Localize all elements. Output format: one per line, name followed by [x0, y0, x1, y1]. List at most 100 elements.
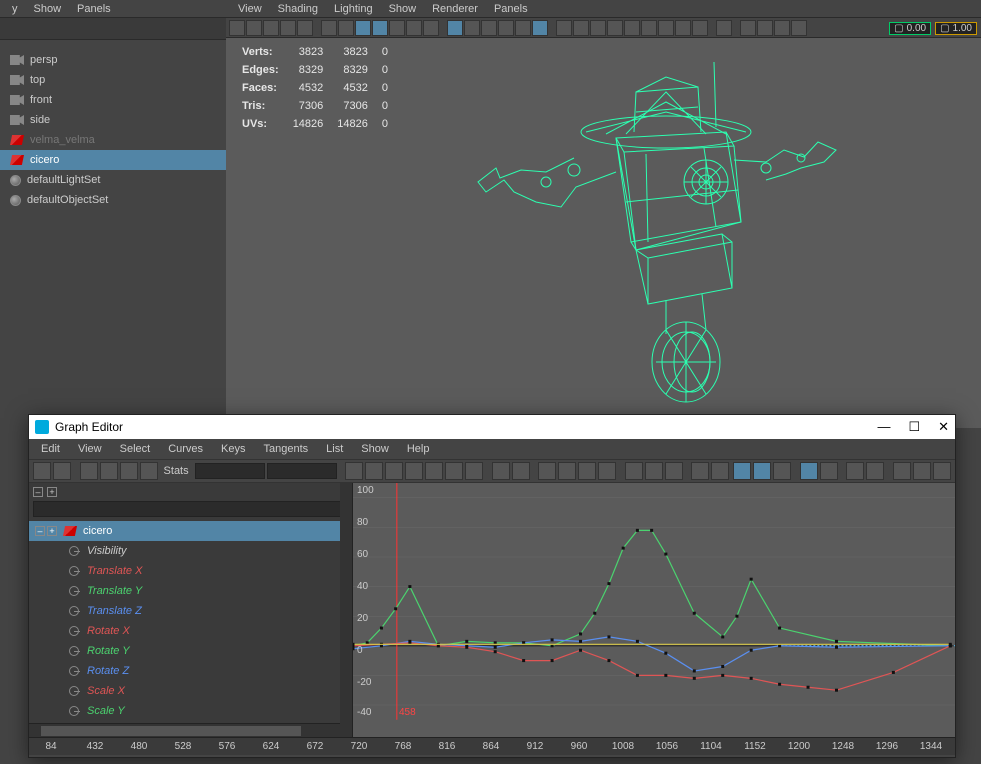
vp-motion-blur-icon[interactable]	[641, 20, 657, 36]
vp-safe-title-icon[interactable]	[423, 20, 439, 36]
stats-value-field[interactable]	[267, 463, 337, 479]
ge-move-nearest-icon[interactable]	[33, 462, 51, 480]
vp-menu-view[interactable]: View	[230, 1, 270, 17]
channel-rotate-z[interactable]: Rotate Z	[29, 661, 352, 681]
maximize-button[interactable]: ☐	[908, 419, 920, 435]
channel-rotate-y[interactable]: Rotate Y	[29, 641, 352, 661]
vp-isolate-icon[interactable]	[532, 20, 548, 36]
ge-flat-tangent-icon[interactable]	[405, 462, 423, 480]
ge-menu-select[interactable]: Select	[112, 441, 159, 457]
outliner-item-defaultlightset[interactable]: defaultLightSet	[0, 170, 226, 190]
vp-grid-icon[interactable]	[321, 20, 337, 36]
expand-icon[interactable]: +	[47, 526, 57, 536]
vp-menu-show[interactable]: Show	[381, 1, 425, 17]
ge-isolate-curve-icon[interactable]	[625, 462, 643, 480]
ge-smoothing-icon[interactable]	[140, 462, 158, 480]
outliner-item-side[interactable]: side	[0, 110, 226, 130]
vp-xray-icon[interactable]	[556, 20, 572, 36]
ge-renormalize-icon[interactable]	[933, 462, 951, 480]
vp-single-icon[interactable]	[740, 20, 756, 36]
channel-translate-y[interactable]: Translate Y	[29, 581, 352, 601]
channel-scrollbar-h[interactable]	[29, 723, 352, 737]
outliner-menu-y[interactable]: y	[4, 1, 26, 17]
ge-open-trax-icon[interactable]	[866, 462, 884, 480]
ge-linear-tangent-icon[interactable]	[385, 462, 403, 480]
ge-step-tangent-icon[interactable]	[425, 462, 443, 480]
ge-menu-view[interactable]: View	[70, 441, 110, 457]
outliner-item-defaultobjectset[interactable]: defaultObjectSet	[0, 190, 226, 210]
vp-isolate-select-icon[interactable]	[716, 20, 732, 36]
channel-scale-y[interactable]: Scale Y	[29, 701, 352, 721]
ge-bookmark-icon[interactable]	[773, 462, 791, 480]
channel-rotate-x[interactable]: Rotate X	[29, 621, 352, 641]
ge-menu-show[interactable]: Show	[353, 441, 397, 457]
ge-autoload-icon[interactable]	[800, 462, 818, 480]
ge-lock-length-icon[interactable]	[598, 462, 616, 480]
vp-xray-joints-icon[interactable]	[573, 20, 589, 36]
vp-field-chart-icon[interactable]	[389, 20, 405, 36]
ge-insert-keys-icon[interactable]	[53, 462, 71, 480]
ge-break-tangent-icon[interactable]	[538, 462, 556, 480]
ge-timesnap-icon[interactable]	[733, 462, 751, 480]
vp-shadows-icon[interactable]	[515, 20, 531, 36]
ge-menu-tangents[interactable]: Tangents	[256, 441, 317, 457]
vp-textured-icon[interactable]	[481, 20, 497, 36]
ge-lattice-icon[interactable]	[80, 462, 98, 480]
vp-grease-icon[interactable]	[297, 20, 313, 36]
vp-resolution-gate-icon[interactable]	[355, 20, 371, 36]
outliner-menu-show[interactable]: Show	[26, 1, 70, 17]
graph-editor-titlebar[interactable]: Graph Editor — ☐ ✕	[29, 415, 955, 439]
ge-plateau-tangent-icon[interactable]	[445, 462, 463, 480]
ge-buffer-snapshot-icon[interactable]	[512, 462, 530, 480]
vp-wire-shaded-icon[interactable]	[624, 20, 640, 36]
vp-imageplane-icon[interactable]	[263, 20, 279, 36]
vp-two-v-icon[interactable]	[791, 20, 807, 36]
vp-menu-panels[interactable]: Panels	[486, 1, 536, 17]
minimize-button[interactable]: —	[877, 419, 890, 435]
vp-lights-icon[interactable]	[498, 20, 514, 36]
ge-open-dopesheet-icon[interactable]	[846, 462, 864, 480]
vp-anti-alias-icon[interactable]	[675, 20, 691, 36]
channel-scale-x[interactable]: Scale X	[29, 681, 352, 701]
vp-two-h-icon[interactable]	[774, 20, 790, 36]
vp-menu-shading[interactable]: Shading	[270, 1, 326, 17]
vp-ssao-icon[interactable]	[658, 20, 674, 36]
vp-default-material-icon[interactable]	[607, 20, 623, 36]
channel-translate-x[interactable]: Translate X	[29, 561, 352, 581]
collapse-icon[interactable]: –	[35, 526, 45, 536]
vp-menu-renderer[interactable]: Renderer	[424, 1, 486, 17]
ge-retime-icon[interactable]	[120, 462, 138, 480]
ge-buffer-swap-icon[interactable]	[492, 462, 510, 480]
ge-normalize-icon[interactable]	[893, 462, 911, 480]
dag-only-toggle[interactable]: –	[33, 487, 43, 497]
vp-film-gate-icon[interactable]	[338, 20, 354, 36]
vp-2dpan-icon[interactable]	[280, 20, 296, 36]
ge-postinfinity-icon[interactable]	[711, 462, 729, 480]
channel-scrollbar-v[interactable]	[340, 483, 352, 737]
vp-four-icon[interactable]	[757, 20, 773, 36]
vp-bookmark-icon[interactable]	[246, 20, 262, 36]
vp-smoothshade-icon[interactable]	[464, 20, 480, 36]
ge-mute-channel-icon[interactable]	[645, 462, 663, 480]
outliner-item-cicero[interactable]: cicero	[0, 150, 226, 170]
vp-select-camera-icon[interactable]	[229, 20, 245, 36]
ge-load-icon[interactable]	[820, 462, 838, 480]
vp-gate-mask-icon[interactable]	[372, 20, 388, 36]
ge-auto-tangent-icon[interactable]	[465, 462, 483, 480]
outliner-item-top[interactable]: top	[0, 70, 226, 90]
vp-wireframe-icon[interactable]	[447, 20, 463, 36]
ge-menu-keys[interactable]: Keys	[213, 441, 253, 457]
vp-xray-active-icon[interactable]	[590, 20, 606, 36]
channel-translate-z[interactable]: Translate Z	[29, 601, 352, 621]
graph-view[interactable]: 100 80 60 40 20 0 -20 -40 458	[353, 483, 955, 737]
ge-region-icon[interactable]	[100, 462, 118, 480]
ge-preinfinity-icon[interactable]	[691, 462, 709, 480]
ge-menu-edit[interactable]: Edit	[33, 441, 68, 457]
vp-dof-icon[interactable]	[692, 20, 708, 36]
ge-valuesnap-icon[interactable]	[753, 462, 771, 480]
channel-filter-field[interactable]	[33, 501, 348, 517]
outliner-item-front[interactable]: front	[0, 90, 226, 110]
ge-unify-tangent-icon[interactable]	[558, 462, 576, 480]
ge-free-length-icon[interactable]	[578, 462, 596, 480]
shapes-toggle[interactable]: +	[47, 487, 57, 497]
